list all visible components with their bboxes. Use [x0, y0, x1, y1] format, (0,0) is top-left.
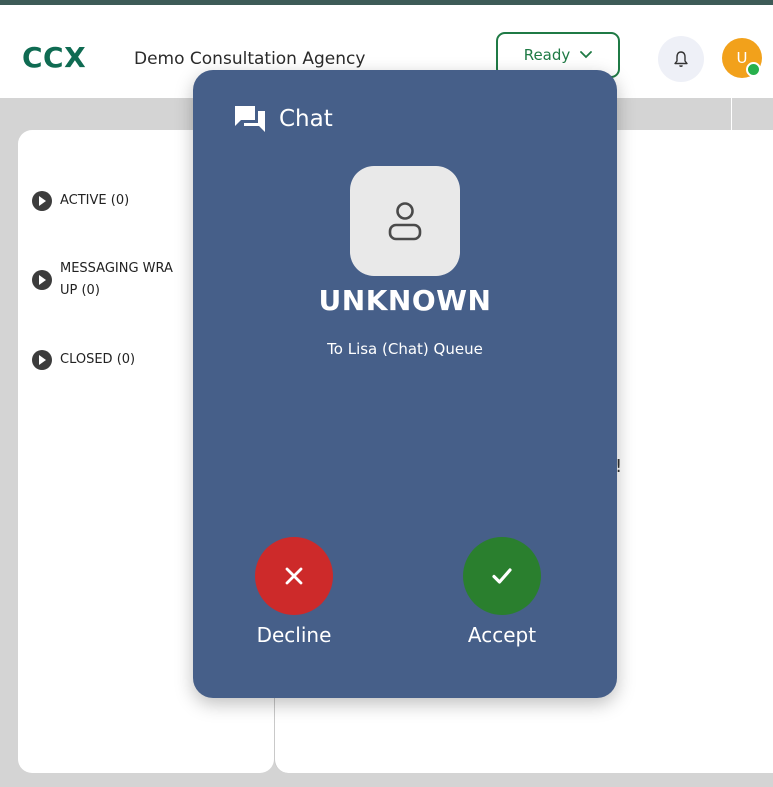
chevron-down-icon: [580, 51, 593, 59]
caller-name: UNKNOWN: [318, 284, 492, 317]
category-active[interactable]: ACTIVE (0): [32, 190, 129, 212]
decline-label: Decline: [256, 623, 332, 647]
category-label-line2: UP (0): [60, 283, 100, 298]
notifications-button[interactable]: [658, 36, 704, 82]
divider: [731, 98, 732, 130]
category-label-line1: MESSAGING WRA: [60, 261, 173, 276]
app-logo: CCX: [22, 41, 87, 74]
queue-label: To Lisa (Chat) Queue: [327, 340, 483, 358]
person-icon: [388, 202, 422, 241]
avatar-initial: U: [736, 49, 748, 67]
expand-icon: [32, 270, 52, 290]
expand-icon: [32, 350, 52, 370]
presence-indicator: [746, 62, 761, 77]
chat-bubbles-icon: [235, 106, 265, 132]
dialog-header: Chat: [233, 104, 333, 134]
dialog-title: Chat: [279, 106, 333, 132]
user-avatar[interactable]: U: [722, 38, 762, 78]
category-messaging-wrap-up[interactable]: MESSAGING WRA UP (0): [32, 258, 173, 302]
checkmark-icon: [492, 568, 512, 584]
category-label: ACTIVE (0): [60, 193, 130, 208]
status-label: Ready: [523, 46, 571, 64]
bell-icon: [674, 51, 688, 67]
incoming-chat-dialog: Chat UNKNOWN To Lisa (Chat) Queue Declin…: [193, 70, 617, 698]
expand-icon: [32, 191, 52, 211]
agency-name: Demo Consultation Agency: [134, 49, 366, 69]
category-label: CLOSED (0): [60, 352, 136, 367]
close-icon: [285, 567, 303, 585]
contact-avatar: [350, 166, 460, 276]
accept-label: Accept: [467, 623, 537, 647]
category-label: MESSAGING WRA UP (0): [60, 258, 173, 302]
decline-button[interactable]: [255, 537, 333, 615]
accept-button[interactable]: [463, 537, 541, 615]
category-closed[interactable]: CLOSED (0): [32, 349, 135, 371]
